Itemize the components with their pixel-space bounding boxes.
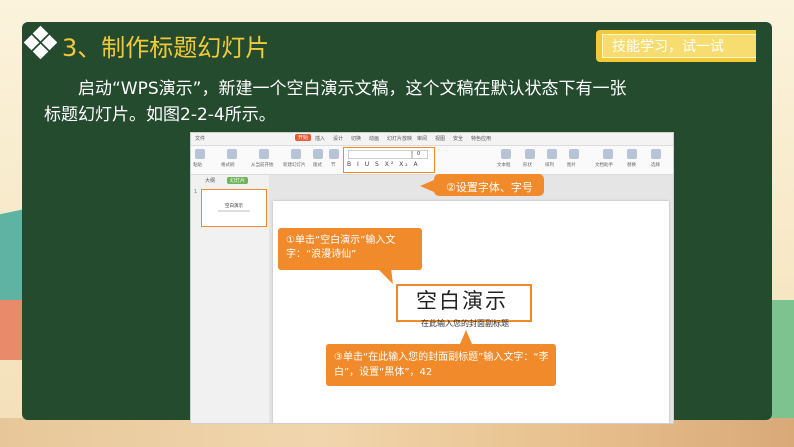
callout-text: ③单击“在此输入您的封面副标题”输入文字：“李白”，设置“黑体”，42: [334, 352, 549, 378]
ribbon-label: 版式: [313, 163, 322, 168]
tab-review[interactable]: 审阅: [417, 135, 427, 142]
tab-design[interactable]: 设计: [333, 135, 343, 142]
paste-icon[interactable]: [195, 149, 205, 159]
picture-icon[interactable]: [569, 149, 579, 159]
tab-home[interactable]: 开始: [295, 134, 312, 141]
instruction-paragraph: 启动“WPS演示”，新建一个空白演示文稿，这个文稿在默认状态下有一张 标题幻灯片…: [44, 76, 754, 128]
font-style-buttons[interactable]: B I U S X² X₂ A: [347, 161, 420, 168]
tab-file[interactable]: 文件: [195, 135, 205, 142]
callout-pointer: [460, 330, 472, 344]
doc-assistant-icon[interactable]: [603, 149, 613, 159]
tab-view[interactable]: 视图: [435, 135, 445, 142]
new-slide-icon[interactable]: [291, 149, 301, 159]
shape-icon[interactable]: [525, 149, 535, 159]
slide-subtitle[interactable]: 在此输入您的封面副标题: [380, 318, 550, 329]
ribbon-label: 节: [331, 163, 336, 168]
arrange-icon[interactable]: [547, 149, 557, 159]
slide-title: 3、制作标题幻灯片: [62, 34, 270, 62]
menu-tabs: 文件 开始 插入 设计 切换 动画 幻灯片放映 审阅 视图 安全 特色应用: [191, 133, 673, 146]
tab-insert[interactable]: 插入: [315, 135, 325, 142]
paragraph-line: 启动“WPS演示”，新建一个空白演示文稿，这个文稿在默认状态下有一张: [78, 79, 627, 99]
diamond-logo-icon: [23, 25, 58, 60]
ribbon-label: 从当前开始: [251, 163, 274, 168]
tab-animation[interactable]: 动画: [369, 135, 379, 142]
thumb-title: 空白演示: [225, 204, 243, 209]
tab-features[interactable]: 特色应用: [471, 135, 491, 142]
skill-tab-label: 技能学习，试一试: [612, 39, 724, 55]
replace-icon[interactable]: [627, 149, 637, 159]
ribbon-label: 排列: [545, 163, 554, 168]
ribbon: 粘贴 格式刷 从当前开始 新建幻灯片 版式 节 0 B I U S X² X₂ …: [191, 146, 673, 175]
font-size-value: 0: [417, 151, 421, 157]
ribbon-label: 图片: [567, 163, 576, 168]
textbox-icon[interactable]: [501, 149, 511, 159]
callout-text: ①单击“空白演示”输入文字：“浪漫诗仙”: [286, 235, 396, 260]
callout-text: ②设置字体、字号: [446, 181, 533, 194]
layout-icon[interactable]: [313, 149, 323, 159]
ribbon-label: 选择: [651, 163, 660, 168]
thumb-subtitle-line: [218, 210, 250, 212]
tab-security[interactable]: 安全: [453, 135, 463, 142]
ribbon-label: 新建幻灯片: [283, 163, 306, 168]
ribbon-label: 形状: [523, 163, 532, 168]
ribbon-label: 替换: [627, 163, 636, 168]
font-settings-group: 0 B I U S X² X₂ A: [343, 147, 435, 173]
ribbon-label: 粘贴: [193, 163, 202, 168]
ribbon-label: 格式刷: [221, 163, 235, 168]
tab-outline[interactable]: 大纲: [205, 177, 215, 184]
font-name-dropdown[interactable]: [348, 150, 412, 159]
font-size-dropdown[interactable]: 0: [412, 150, 428, 159]
callout-pointer: [420, 180, 434, 192]
select-icon[interactable]: [651, 149, 661, 159]
play-from-current-icon[interactable]: [259, 149, 269, 159]
slide-main-title[interactable]: 空白演示: [396, 284, 528, 318]
ribbon-label: 文本框: [497, 163, 511, 168]
tab-transition[interactable]: 切换: [351, 135, 361, 142]
slide-thumbnail[interactable]: 空白演示: [201, 189, 267, 227]
section-icon[interactable]: [329, 149, 339, 159]
slide-panel: 大纲 幻灯片 1 空白演示: [191, 175, 270, 423]
paragraph-line: 标题幻灯片。如图2-2-4所示。: [44, 105, 276, 125]
format-painter-icon[interactable]: [227, 149, 237, 159]
tab-slides[interactable]: 幻灯片: [227, 177, 249, 184]
tab-slideshow[interactable]: 幻灯片放映: [387, 135, 412, 142]
thumb-number: 1: [194, 189, 198, 195]
ribbon-label: 文档助手: [595, 163, 613, 168]
